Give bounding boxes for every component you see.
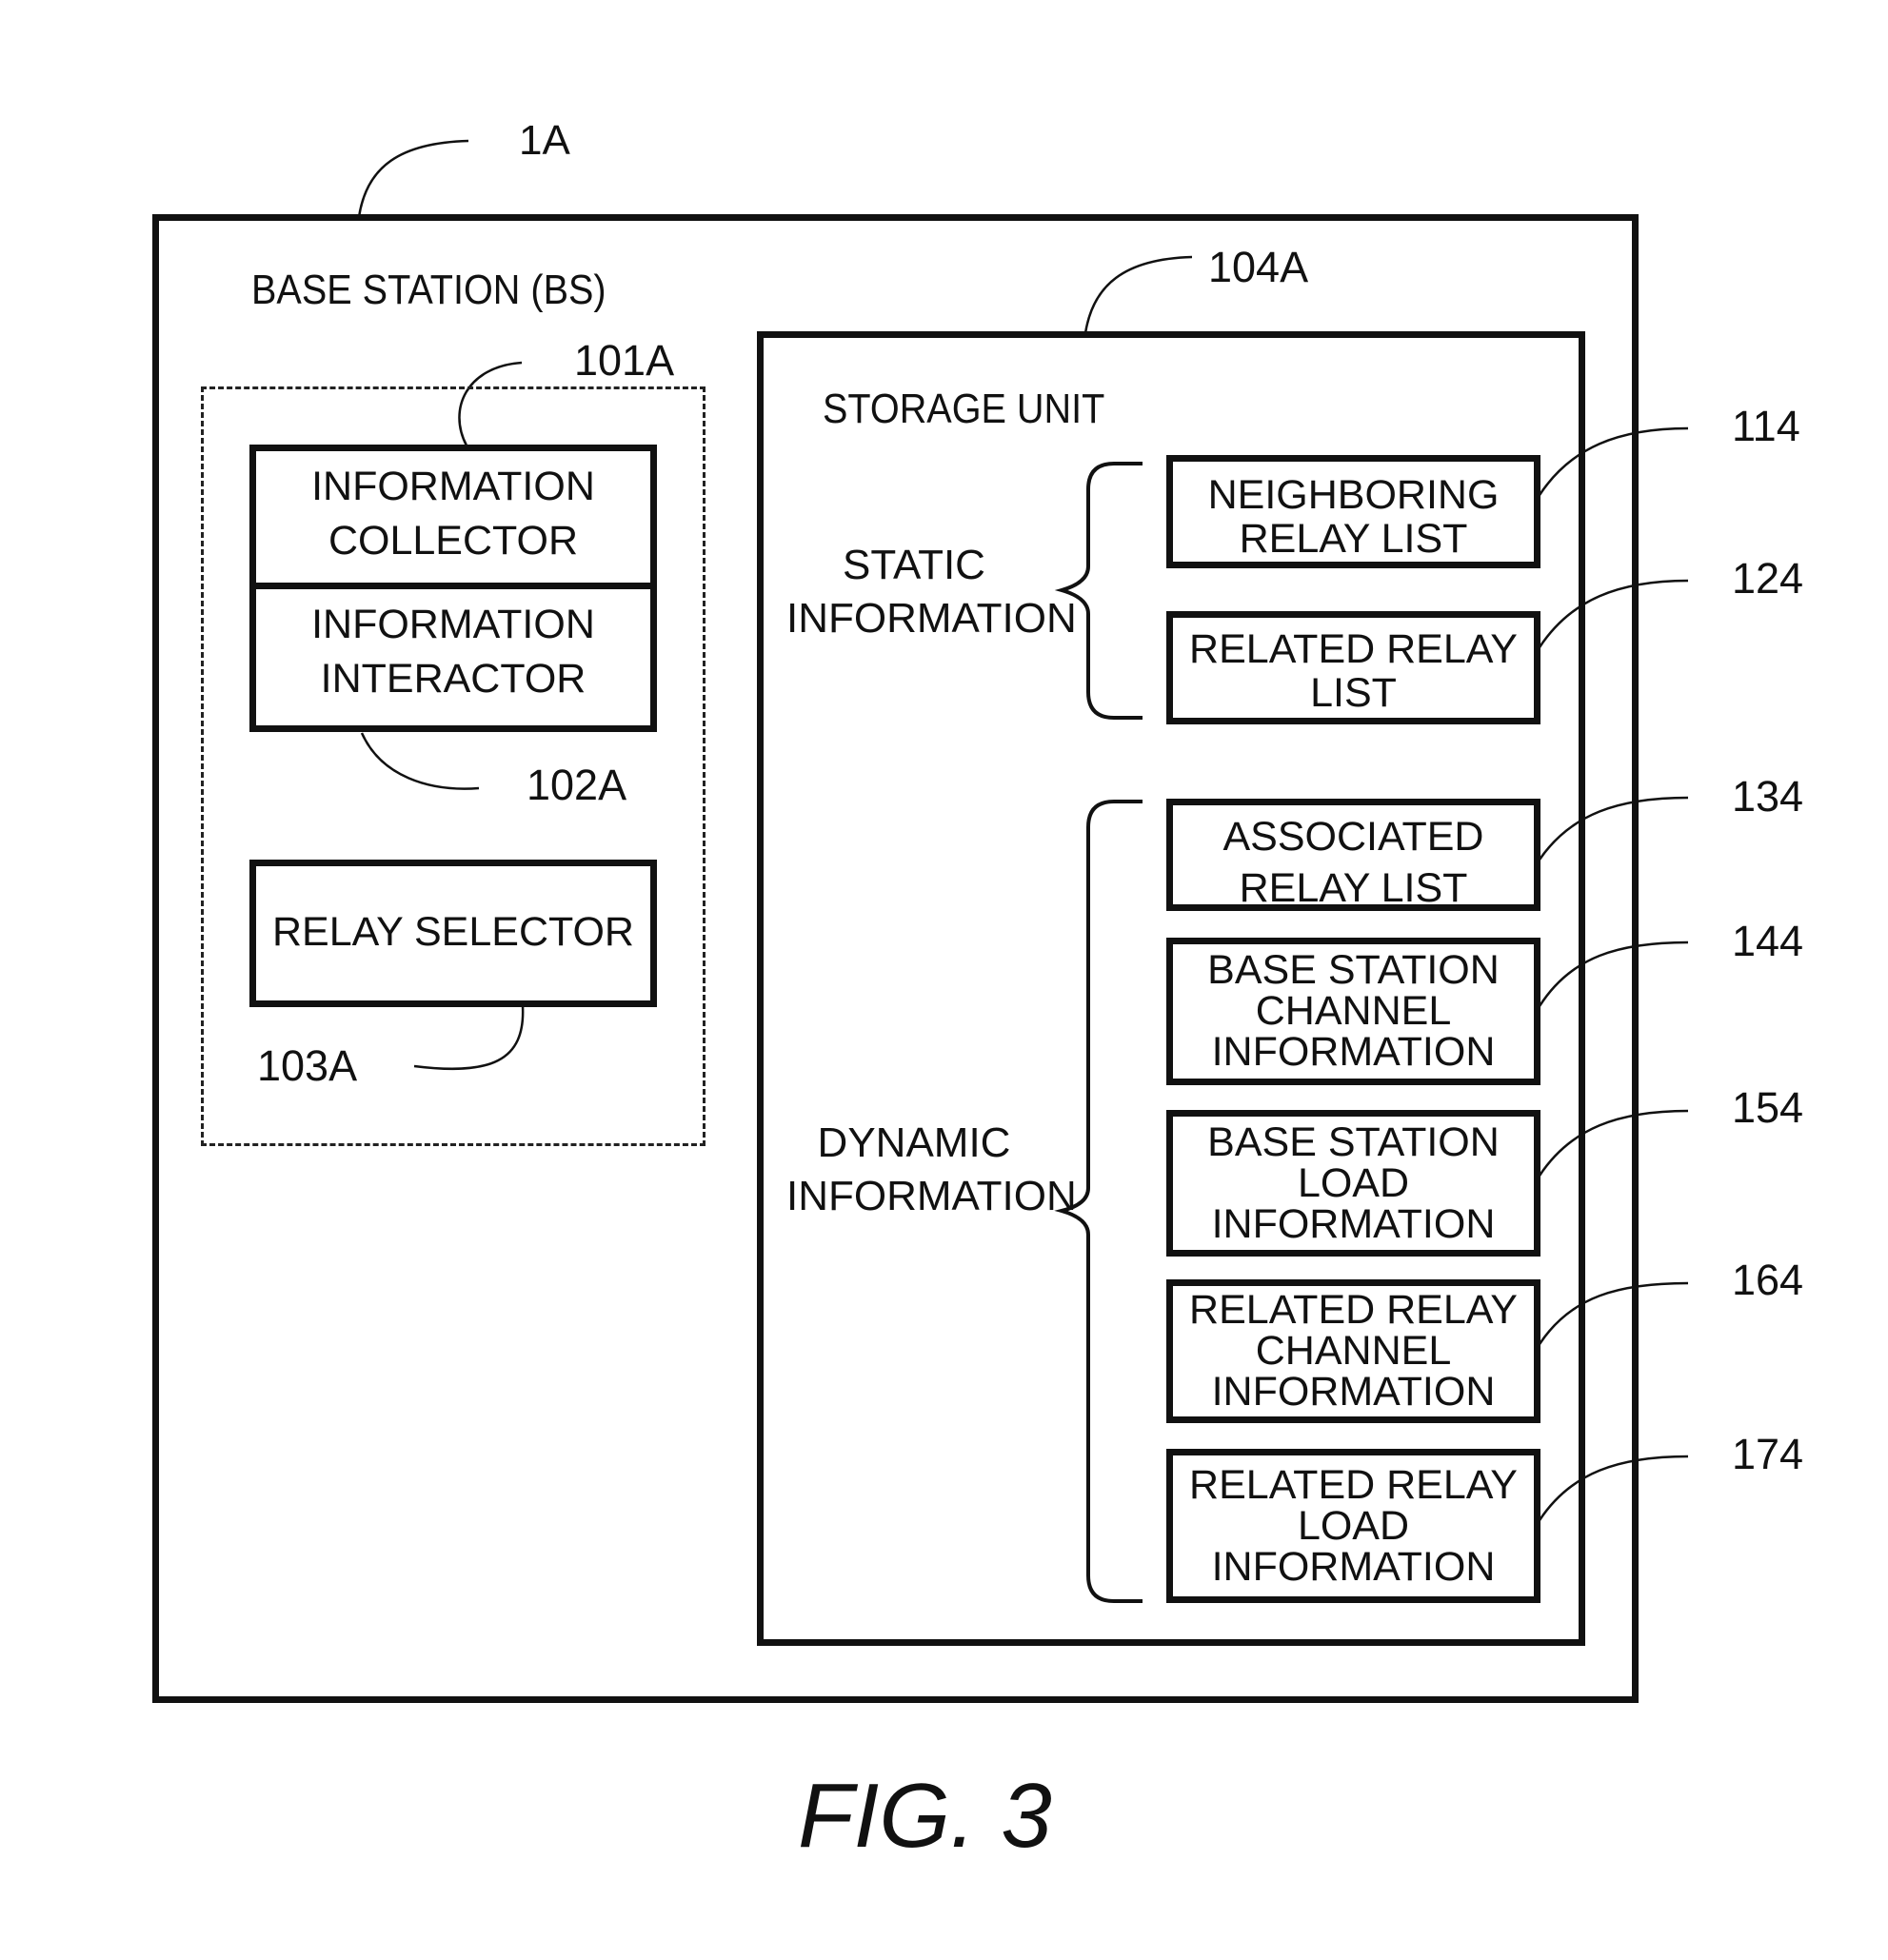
base-station-channel-info-box[interactable]: BASE STATION CHANNEL INFORMATION: [1166, 938, 1540, 1085]
figure-caption: FIG. 3: [798, 1765, 1052, 1867]
related-relay-list-box[interactable]: RELATED RELAY LIST: [1166, 611, 1540, 724]
processing-group-ref: 101A: [574, 336, 675, 385]
related-relay-channel-info-line-2: CHANNEL: [1255, 1328, 1452, 1374]
related-relay-list-line-1: RELATED RELAY: [1189, 626, 1518, 672]
related-relay-load-info-line-3: INFORMATION: [1211, 1544, 1496, 1590]
information-interactor-box[interactable]: INFORMATION INTERACTOR: [249, 583, 657, 732]
static-info-line-2: INFORMATION: [786, 595, 1077, 642]
base-station-title: BASE STATION (BS): [251, 267, 606, 313]
related-relay-channel-info-line-1: RELATED RELAY: [1189, 1287, 1518, 1333]
base-station-channel-info-line-2: CHANNEL: [1255, 988, 1452, 1034]
static-info-line-1: STATIC: [843, 542, 985, 588]
storage-unit-ref: 104A: [1208, 243, 1309, 291]
information-interactor-line-2: INTERACTOR: [320, 656, 586, 702]
base-station-channel-info-ref: 144: [1732, 917, 1804, 965]
associated-relay-list-line-1: ASSOCIATED: [1222, 814, 1484, 860]
related-relay-load-info-ref: 174: [1732, 1430, 1804, 1478]
related-relay-channel-info-line-3: INFORMATION: [1211, 1369, 1496, 1415]
information-interactor-ref: 102A: [527, 761, 627, 809]
related-relay-channel-info-ref: 164: [1732, 1256, 1804, 1304]
associated-relay-list-line-2: RELAY LIST: [1239, 865, 1468, 911]
information-collector-line-1: INFORMATION: [311, 464, 595, 509]
associated-relay-list-box[interactable]: ASSOCIATED RELAY LIST: [1166, 799, 1540, 911]
relay-selector-label: RELAY SELECTOR: [272, 909, 634, 955]
relay-selector-ref: 103A: [257, 1041, 358, 1090]
dynamic-info-label: DYNAMIC INFORMATION: [786, 1117, 1077, 1223]
base-station-load-info-line-3: INFORMATION: [1211, 1201, 1496, 1247]
related-relay-channel-info-box[interactable]: RELATED RELAY CHANNEL INFORMATION: [1166, 1279, 1540, 1423]
storage-unit-title: STORAGE UNIT: [823, 386, 1105, 432]
base-station-channel-info-line-3: INFORMATION: [1211, 1029, 1496, 1075]
related-relay-list-line-2: LIST: [1310, 670, 1397, 716]
neighboring-relay-list-line-1: NEIGHBORING: [1207, 472, 1500, 518]
neighboring-relay-list-ref: 114: [1732, 402, 1800, 450]
neighboring-relay-list-line-2: RELAY LIST: [1239, 516, 1468, 562]
dynamic-info-line-2: INFORMATION: [786, 1173, 1077, 1219]
related-relay-list-ref: 124: [1732, 554, 1804, 603]
dynamic-info-line-1: DYNAMIC: [817, 1119, 1011, 1166]
leader-1A: [357, 139, 469, 218]
static-info-label: STATIC INFORMATION: [786, 539, 1077, 645]
base-station-load-info-line-1: BASE STATION: [1207, 1119, 1500, 1165]
base-station-load-info-ref: 154: [1732, 1083, 1804, 1132]
relay-selector-box[interactable]: RELAY SELECTOR: [249, 860, 657, 1007]
neighboring-relay-list-box[interactable]: NEIGHBORING RELAY LIST: [1166, 455, 1540, 568]
related-relay-load-info-line-2: LOAD: [1297, 1503, 1410, 1549]
related-relay-load-info-line-1: RELATED RELAY: [1189, 1462, 1518, 1508]
associated-relay-list-ref: 134: [1732, 772, 1804, 821]
base-station-load-info-line-2: LOAD: [1297, 1160, 1410, 1206]
information-collector-box[interactable]: INFORMATION COLLECTOR: [249, 445, 657, 594]
base-station-channel-info-line-1: BASE STATION: [1207, 947, 1500, 993]
information-collector-line-2: COLLECTOR: [328, 518, 579, 564]
base-station-load-info-box[interactable]: BASE STATION LOAD INFORMATION: [1166, 1110, 1540, 1257]
base-station-ref: 1A: [519, 117, 570, 164]
related-relay-load-info-box[interactable]: RELATED RELAY LOAD INFORMATION: [1166, 1449, 1540, 1603]
information-interactor-line-1: INFORMATION: [311, 602, 595, 647]
